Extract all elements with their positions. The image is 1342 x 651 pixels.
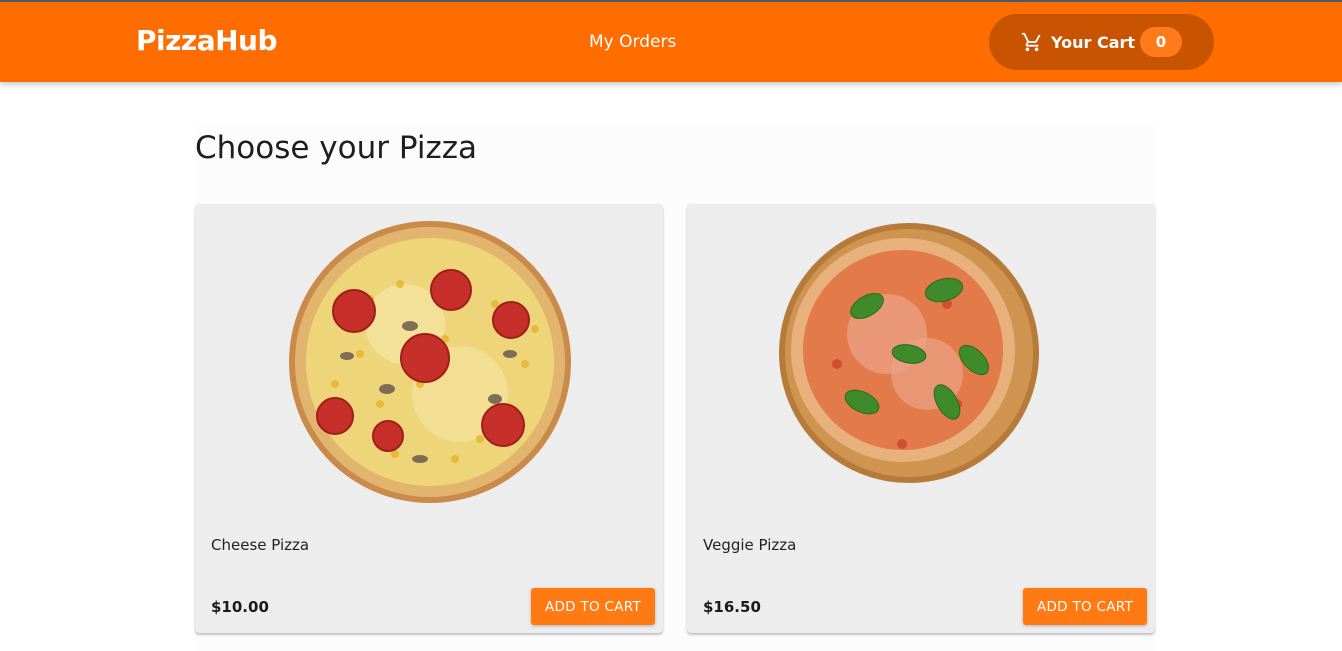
product-card-veggie-pizza: Veggie Pizza $16.50 ADD TO CART xyxy=(687,204,1155,633)
add-to-cart-button[interactable]: ADD TO CART xyxy=(1023,588,1147,625)
cheese-pizza-image xyxy=(289,221,571,503)
product-name: Cheese Pizza xyxy=(211,536,310,554)
top-navbar: PizzaHub My Orders Your Cart 0 xyxy=(0,0,1342,82)
my-orders-link[interactable]: My Orders xyxy=(589,32,676,52)
your-cart-button[interactable]: Your Cart 0 xyxy=(989,14,1214,70)
product-name: Veggie Pizza xyxy=(703,536,797,554)
product-price: $16.50 xyxy=(703,598,761,616)
add-to-cart-button[interactable]: ADD TO CART xyxy=(531,588,655,625)
page-title: Choose your Pizza xyxy=(195,130,478,166)
brand-logo[interactable]: PizzaHub xyxy=(136,24,278,57)
cart-icon xyxy=(1021,32,1041,52)
main-content: Choose your Pizza Cheese Pizza $10.00 AD… xyxy=(195,126,1155,651)
product-price: $10.00 xyxy=(211,598,269,616)
veggie-pizza-image xyxy=(779,223,1039,483)
cart-count-badge: 0 xyxy=(1140,27,1182,57)
cart-label: Your Cart xyxy=(1051,33,1136,52)
product-card-cheese-pizza: Cheese Pizza $10.00 ADD TO CART xyxy=(195,204,663,633)
